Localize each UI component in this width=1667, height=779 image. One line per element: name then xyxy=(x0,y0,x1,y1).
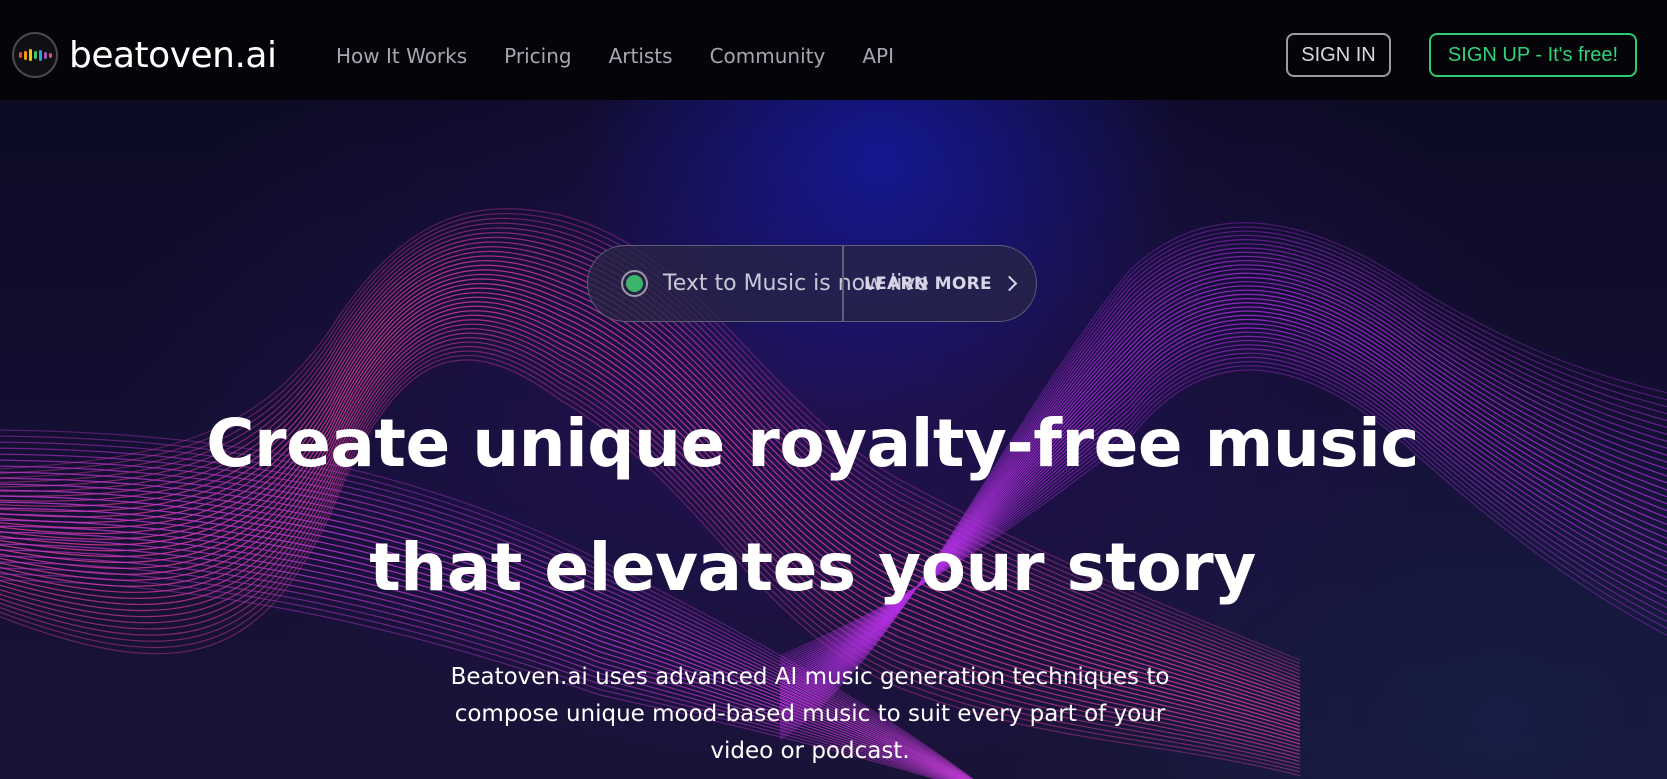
chevron-right-icon xyxy=(1001,275,1018,292)
description-line-1: Beatoven.ai uses advanced AI music gener… xyxy=(450,664,1170,690)
equalizer-logo-icon xyxy=(12,32,58,78)
logo-bar xyxy=(38,49,42,61)
nav-how-it-works[interactable]: How It Works xyxy=(336,44,467,68)
brand-logo-link[interactable]: beatoven.ai xyxy=(12,32,277,78)
announcement-text: Text to Music is now live xyxy=(663,271,929,296)
hero-section: Text to Music is now live LEARN MORE Cre… xyxy=(0,100,1667,779)
announcement-divider xyxy=(842,246,844,321)
live-status-icon xyxy=(621,270,648,297)
main-nav: How It Works Pricing Artists Community A… xyxy=(336,44,931,68)
nav-pricing[interactable]: Pricing xyxy=(504,44,571,68)
hero-headline: Create unique royalty-free music that el… xyxy=(0,382,1625,630)
nav-artists[interactable]: Artists xyxy=(609,44,673,68)
learn-more-link[interactable]: LEARN MORE xyxy=(864,246,1018,321)
page: Text to Music is now live LEARN MORE Cre… xyxy=(0,0,1667,779)
headline-line-1: Create unique royalty-free music xyxy=(206,405,1419,482)
logo-bar xyxy=(33,51,37,59)
logo-bar xyxy=(23,50,27,60)
logo-bar xyxy=(48,52,52,58)
logo-bar xyxy=(18,52,22,58)
learn-more-label: LEARN MORE xyxy=(864,273,992,294)
hero-description: Beatoven.ai uses advanced AI music gener… xyxy=(390,659,1230,770)
description-line-3: video or podcast. xyxy=(710,738,910,764)
sign-in-button[interactable]: SIGN IN xyxy=(1286,33,1391,77)
logo-bar xyxy=(43,51,47,59)
brand-name: beatoven.ai xyxy=(69,34,277,76)
top-navbar: beatoven.ai How It Works Pricing Artists… xyxy=(0,0,1667,100)
description-line-2: compose unique mood-based music to suit … xyxy=(454,701,1166,727)
nav-community[interactable]: Community xyxy=(710,44,826,68)
sign-up-button[interactable]: SIGN UP - It's free! xyxy=(1429,33,1637,77)
logo-bar xyxy=(28,49,32,61)
announcement-pill[interactable]: Text to Music is now live LEARN MORE xyxy=(587,245,1037,322)
headline-line-2: that elevates your story xyxy=(369,529,1256,606)
nav-api[interactable]: API xyxy=(862,44,894,68)
